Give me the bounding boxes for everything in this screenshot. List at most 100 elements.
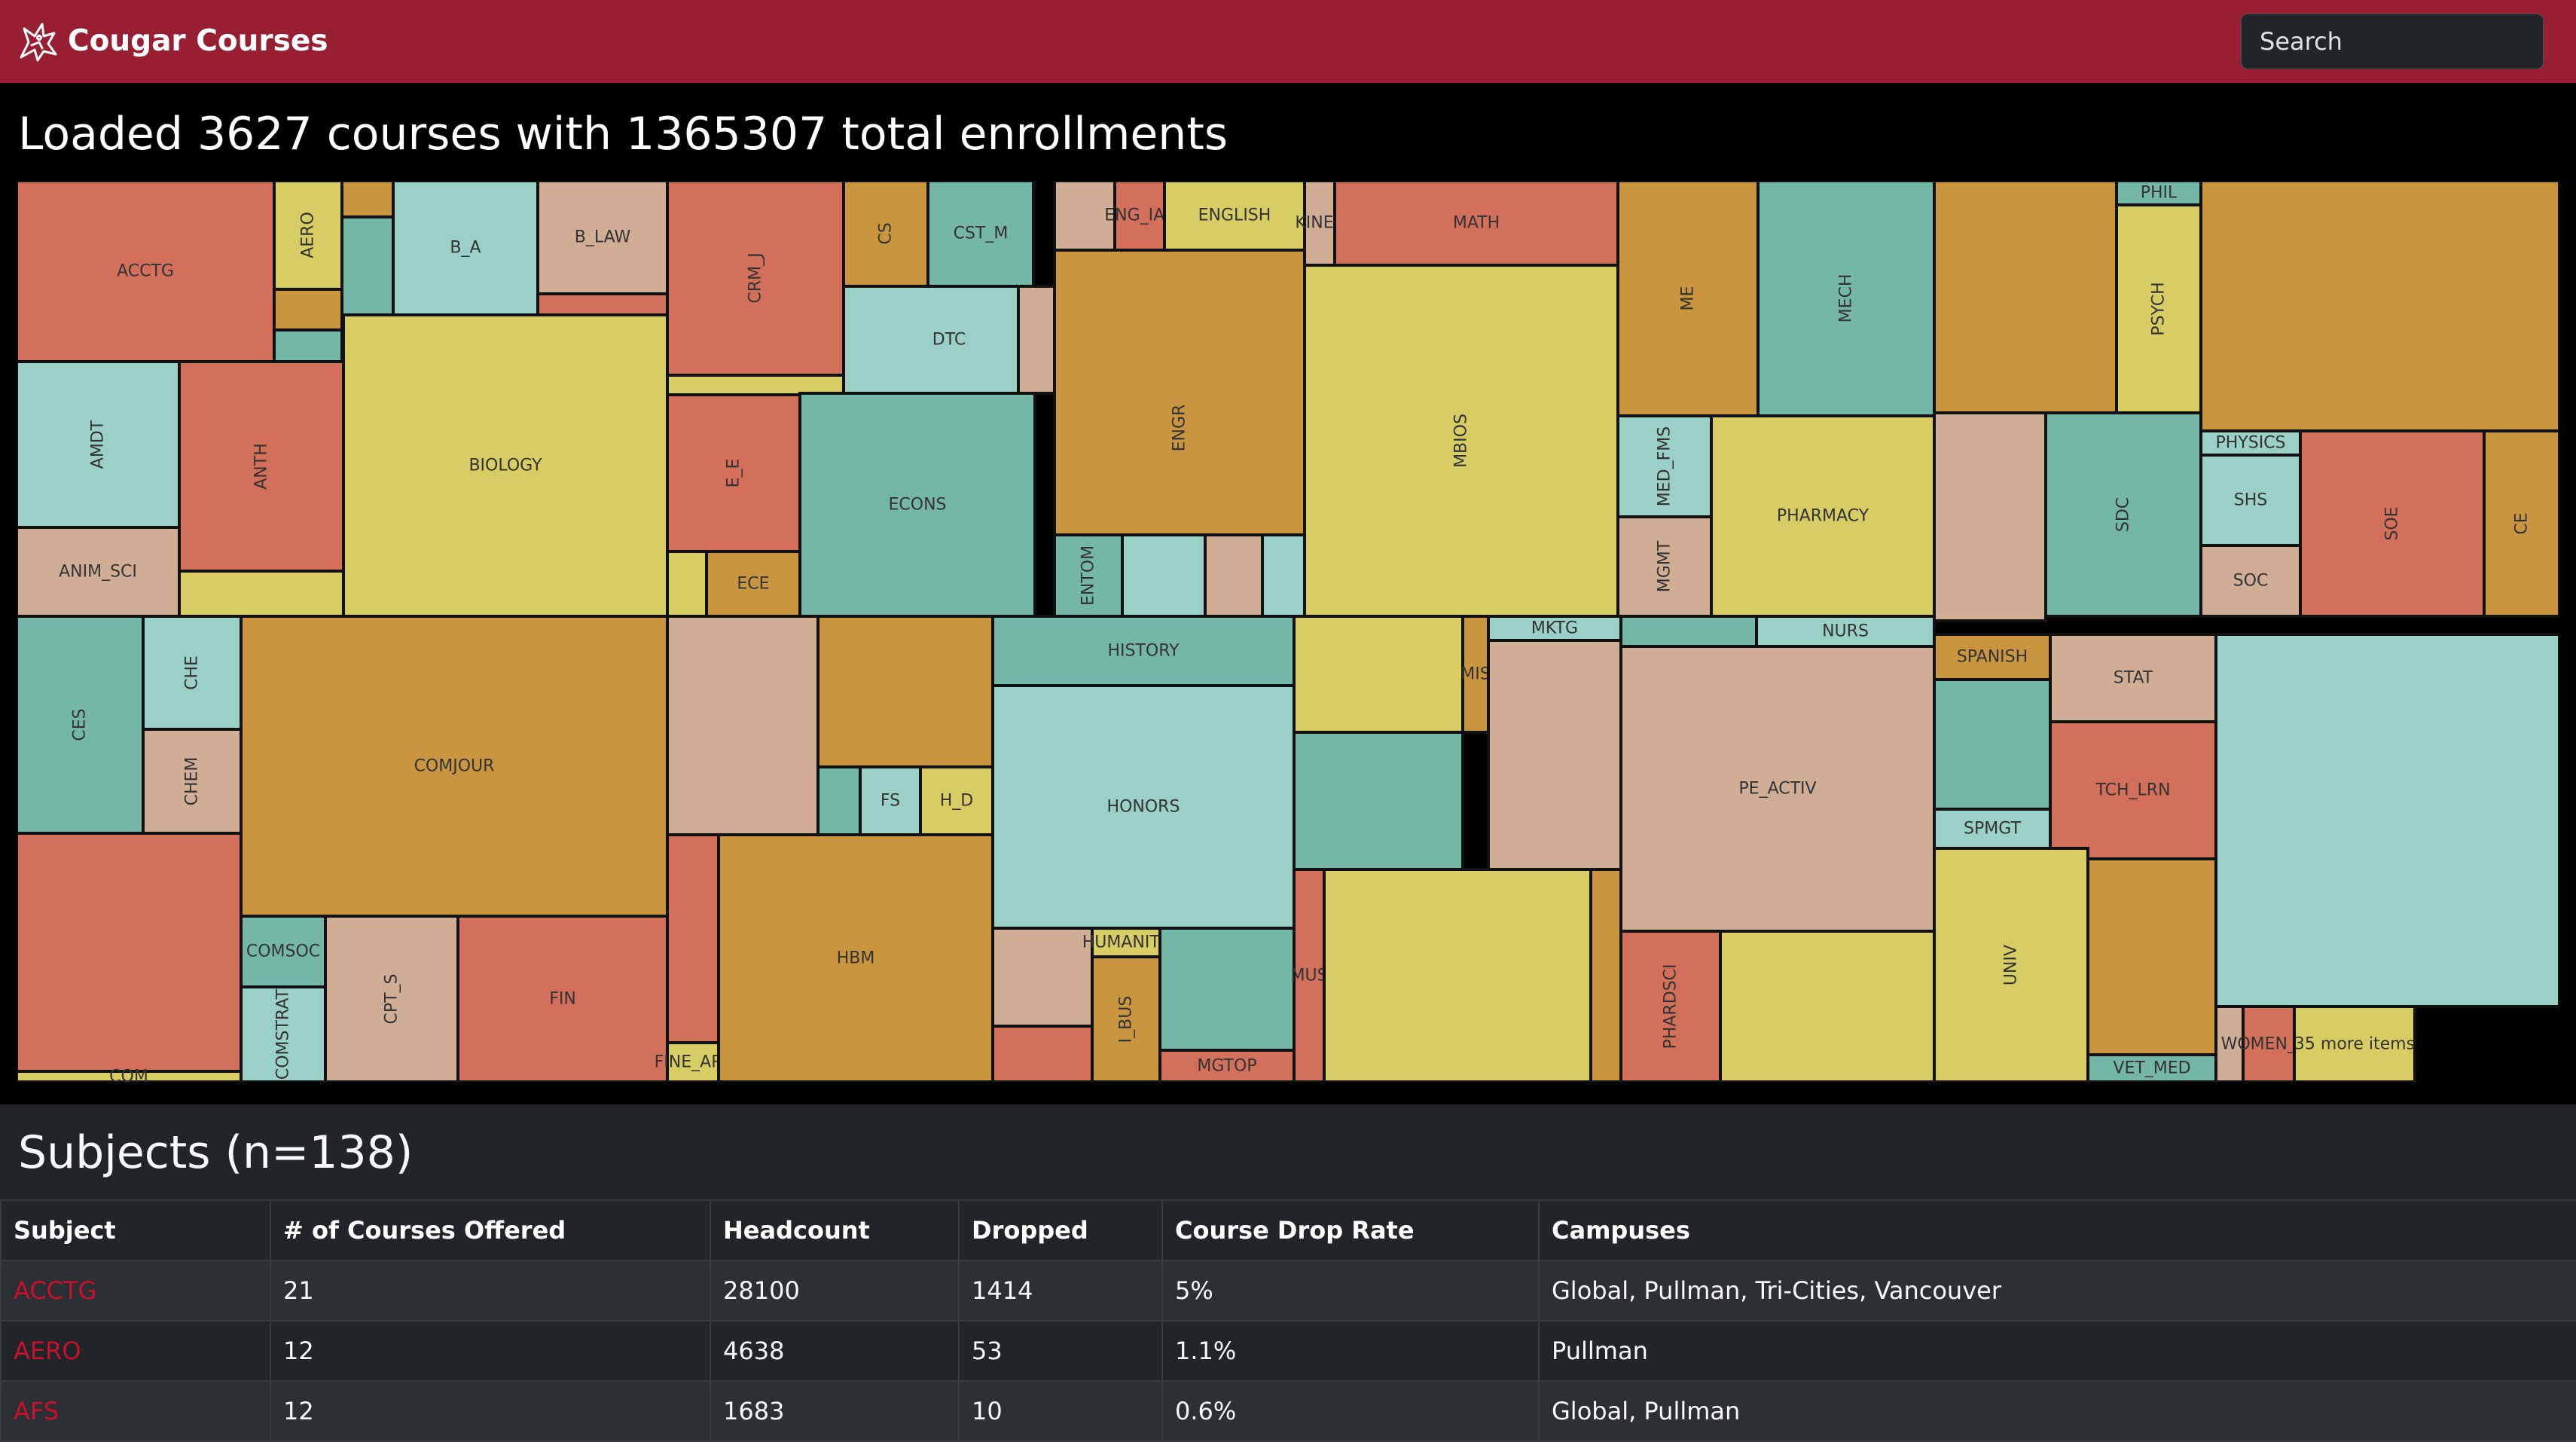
treemap-tile-b-law[interactable]: B_LAW xyxy=(536,181,669,295)
treemap-tile-ece[interactable]: ECE xyxy=(705,550,801,618)
treemap-tile-unlabeled[interactable] xyxy=(1293,731,1464,871)
treemap-tile-me[interactable]: ME xyxy=(1616,181,1760,417)
treemap-tile-rect[interactable] xyxy=(1261,533,1306,618)
treemap-tile-35-more-items[interactable]: 35 more items xyxy=(2293,1005,2416,1082)
treemap-tile-ces[interactable]: CES xyxy=(17,615,145,835)
treemap-tile-unlabeled[interactable] xyxy=(1487,639,1622,871)
treemap-tile-unlabeled[interactable] xyxy=(1933,678,2052,811)
treemap-tile-unlabeled[interactable] xyxy=(1293,615,1464,734)
treemap-tile-soc[interactable]: SOC xyxy=(2199,544,2302,618)
treemap-tile-unlabeled[interactable] xyxy=(1933,411,2047,622)
treemap-tile-rect[interactable] xyxy=(1589,868,1622,1082)
treemap-tile-honors[interactable]: HONORS xyxy=(991,684,1296,930)
treemap-tile-comstrat[interactable]: COMSTRAT xyxy=(240,985,327,1082)
treemap-tile-history[interactable]: HISTORY xyxy=(991,615,1296,687)
treemap-tile-phil[interactable]: PHIL xyxy=(2115,181,2202,206)
treemap-tile-psych[interactable]: PSYCH xyxy=(2115,203,2202,414)
treemap-tile-che[interactable]: CHE xyxy=(142,615,243,731)
treemap-tile-unlabeled[interactable] xyxy=(816,765,862,836)
subject-link[interactable]: ACCTG xyxy=(14,1276,96,1305)
cougar-head-icon[interactable] xyxy=(17,20,59,63)
treemap-tile-rect[interactable] xyxy=(1293,615,1464,734)
treemap-tile-spanish[interactable]: SPANISH xyxy=(1933,633,2052,681)
treemap-tile-comjour[interactable]: COMJOUR xyxy=(240,615,669,918)
treemap-tile-rect[interactable] xyxy=(1323,868,1592,1082)
treemap-tile-rect[interactable] xyxy=(273,328,343,363)
treemap-tile-rect[interactable] xyxy=(1619,615,1758,648)
treemap-tile-rect[interactable] xyxy=(273,288,343,331)
treemap-tile-mbios[interactable]: MBIOS xyxy=(1303,264,1619,618)
treemap-tile-rect[interactable] xyxy=(666,550,708,618)
treemap-tile-pharmacy[interactable]: PHARMACY xyxy=(1710,414,1936,618)
treemap-tile-tch-lrn[interactable]: TCH_LRN xyxy=(2049,720,2217,860)
treemap-tile-unlabeled[interactable] xyxy=(2214,633,2559,1008)
treemap-tile-rect[interactable] xyxy=(816,615,994,768)
treemap-tile-nurs[interactable]: NURS xyxy=(1755,615,1936,648)
treemap-tile-acctg[interactable]: ACCTG xyxy=(17,181,276,363)
treemap-tile-rect[interactable] xyxy=(1487,639,1622,871)
treemap-tile-med-fms[interactable]: MED_FMS xyxy=(1616,414,1713,518)
treemap-tile-unlabeled[interactable] xyxy=(991,927,1094,1028)
treemap-tile-chem[interactable]: CHEM xyxy=(142,728,243,835)
treemap-tile-ce[interactable]: CE xyxy=(2483,429,2559,618)
treemap-tile-rect[interactable] xyxy=(1293,731,1464,871)
treemap-tile-unlabeled[interactable] xyxy=(1323,868,1592,1082)
treemap-tile-econs[interactable]: ECONS xyxy=(798,392,1036,618)
treemap-tile-fin[interactable]: FIN xyxy=(456,915,669,1082)
treemap-tile-e-e[interactable]: E_E xyxy=(666,393,801,553)
column-header-courses[interactable]: # of Courses Offered xyxy=(270,1199,711,1261)
treemap-tile-rect[interactable] xyxy=(666,833,720,1044)
treemap-tile-soe[interactable]: SOE xyxy=(2299,429,2486,618)
treemap-tile-i-bus[interactable]: I_BUS xyxy=(1091,955,1161,1082)
treemap-tile-rect[interactable] xyxy=(1158,927,1296,1052)
treemap-tile-unlabeled[interactable] xyxy=(1204,533,1264,618)
treemap-tile-rect[interactable] xyxy=(2086,857,2217,1056)
treemap-tile-cpt-s[interactable]: CPT_S xyxy=(324,915,459,1082)
treemap-tile-sdc[interactable]: SDC xyxy=(2044,411,2202,618)
treemap-tile-unlabeled[interactable] xyxy=(1261,533,1306,618)
treemap-tile-unlabeled[interactable] xyxy=(273,328,343,363)
treemap-tile-unlabeled[interactable] xyxy=(816,615,994,768)
treemap-tile-rect[interactable] xyxy=(991,927,1094,1028)
column-header-campuses[interactable]: Campuses xyxy=(1538,1199,2576,1261)
treemap-tile-rect[interactable] xyxy=(1933,678,2052,811)
treemap-tile-mech[interactable]: MECH xyxy=(1757,181,1936,417)
treemap-tile-comsoc[interactable]: COMSOC xyxy=(240,915,327,988)
treemap-tile-unlabeled[interactable] xyxy=(1121,533,1207,618)
treemap-tile-unlabeled[interactable] xyxy=(1017,285,1056,395)
treemap-tile-hbm[interactable]: HBM xyxy=(717,833,994,1082)
treemap-tile-unlabeled[interactable] xyxy=(17,832,243,1073)
app-title[interactable]: Cougar Courses xyxy=(68,20,328,63)
treemap-tile-unlabeled[interactable] xyxy=(1589,868,1622,1082)
treemap-tile-unlabeled[interactable] xyxy=(273,288,343,331)
treemap-tile-rect[interactable] xyxy=(1121,533,1207,618)
treemap-tile-unlabeled[interactable] xyxy=(340,215,395,318)
treemap-tile-anim-sci[interactable]: ANIM_SCI xyxy=(17,526,181,618)
treemap-tile-unlabeled[interactable] xyxy=(1719,930,1936,1082)
treemap-tile-cs[interactable]: CS xyxy=(842,181,929,288)
treemap-tile-unlabeled[interactable] xyxy=(1619,615,1758,648)
treemap-tile-anth[interactable]: ANTH xyxy=(178,360,345,573)
treemap-tile-unlabeled[interactable] xyxy=(1158,927,1296,1052)
treemap-tile-rect[interactable] xyxy=(1017,285,1056,395)
treemap-tile-unlabeled[interactable] xyxy=(666,833,720,1044)
treemap-tile-math[interactable]: MATH xyxy=(1333,181,1619,267)
treemap-tile-unlabeled[interactable] xyxy=(1933,181,2118,414)
treemap-tile-entom[interactable]: ENTOM xyxy=(1053,533,1124,618)
treemap-tile-cst-m[interactable]: CST_M xyxy=(926,181,1035,288)
treemap-tile-unlabeled[interactable] xyxy=(666,550,708,618)
treemap-tile-mus[interactable]: MUS xyxy=(1290,868,1328,1082)
treemap-tile-vet-med[interactable]: VET_MED xyxy=(2086,1053,2217,1082)
treemap-tile-rect[interactable] xyxy=(2199,181,2559,432)
treemap-tile-amdt[interactable]: AMDT xyxy=(17,360,181,529)
treemap-tile-biology[interactable]: BIOLOGY xyxy=(342,313,669,618)
treemap-tile-rect[interactable] xyxy=(340,181,395,218)
treemap-tile-mgtop[interactable]: MGTOP xyxy=(1158,1049,1296,1082)
subject-link[interactable]: AERO xyxy=(14,1337,81,1365)
treemap-tile-spmgt[interactable]: SPMGT xyxy=(1933,808,2052,850)
subject-link[interactable]: AFS xyxy=(14,1397,59,1425)
treemap-tile-rect[interactable] xyxy=(536,292,669,316)
treemap-tile-rect[interactable] xyxy=(340,215,395,318)
treemap-tile-unlabeled[interactable] xyxy=(666,615,819,836)
treemap-tile-crm-j[interactable]: CRM_J xyxy=(666,181,845,377)
